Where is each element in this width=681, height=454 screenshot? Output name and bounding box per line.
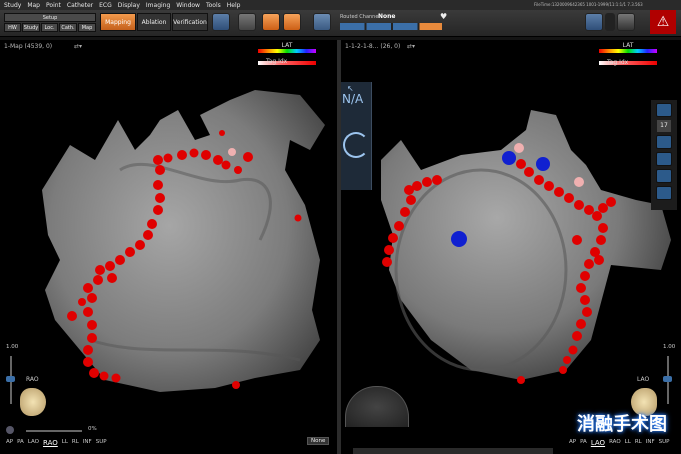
right-bottom-strip <box>353 448 553 454</box>
side-tool-icon-4[interactable] <box>656 169 672 183</box>
right-view-buttons: AP PA LAO RAO LL RL INF SUP <box>569 439 669 447</box>
watermark: 消融手术图 <box>577 414 667 435</box>
menu-item-point[interactable]: Point <box>46 2 61 9</box>
settings-icon[interactable] <box>585 13 603 31</box>
channel-bar[interactable] <box>340 23 442 30</box>
side-tool-icon-5[interactable] <box>656 186 672 200</box>
right-view-pa[interactable]: PA <box>580 439 587 447</box>
left-opacity-value: 0% <box>88 426 97 432</box>
right-view-lao[interactable]: LAO <box>591 439 605 447</box>
left-view-pa[interactable]: PA <box>17 439 24 447</box>
menu-item-help[interactable]: Help <box>227 2 241 9</box>
menu-item-display[interactable]: Display <box>118 2 140 9</box>
right-view-inf[interactable]: INF <box>646 439 655 447</box>
heart-icon[interactable]: ♥ <box>440 12 447 21</box>
menu-item-catheter[interactable]: Catheter <box>67 2 93 9</box>
right-side-toolbar: 17 <box>651 100 677 210</box>
toolbar: Setup HW Study Loc. Cath. Map Mapping Ab… <box>0 2 681 37</box>
left-view-inf[interactable]: INF <box>83 439 92 447</box>
menu-item-map[interactable]: Map <box>27 2 40 9</box>
side-tool-icon-3[interactable] <box>656 152 672 166</box>
left-view-ap[interactable]: AP <box>6 439 13 447</box>
map-button[interactable]: Map <box>78 23 96 32</box>
right-view-rao[interactable]: RAO <box>609 439 621 447</box>
left-view-sup[interactable]: SUP <box>96 439 107 447</box>
left-view-rao[interactable]: RAO <box>43 439 58 447</box>
right-view-name: LAO <box>637 376 650 383</box>
routed-channel-label: Routed Channel <box>340 14 380 20</box>
warning-icon[interactable]: ⚠ <box>650 10 676 34</box>
record-red-icon[interactable] <box>617 13 635 31</box>
left-scale-value: 1.00 <box>6 344 19 350</box>
left-view-name: RAO <box>26 376 39 383</box>
right-zoom-handle[interactable] <box>663 376 672 382</box>
study-button[interactable]: Study <box>22 23 40 32</box>
left-opacity-icon[interactable] <box>6 426 14 434</box>
right-map-panel[interactable]: 1-1-2-1-8... (26, 0) ⇄▾ LAT Tag.Idx N/A … <box>341 40 681 454</box>
verification-tab[interactable]: Verification <box>172 13 208 31</box>
record-icon[interactable] <box>238 13 256 31</box>
right-scale-value: 1.00 <box>663 344 676 350</box>
left-view-buttons: AP PA LAO RAO LL RL INF SUP <box>6 439 107 447</box>
loc-button[interactable]: Loc. <box>41 23 58 32</box>
mapping-tab[interactable]: Mapping <box>100 13 136 31</box>
hw-button[interactable]: HW <box>4 23 21 32</box>
side-tool-icon-1[interactable] <box>656 103 672 117</box>
routed-channel-value[interactable]: None <box>378 13 395 20</box>
setup-button[interactable]: Setup <box>4 13 96 22</box>
left-view-rl[interactable]: RL <box>72 439 79 447</box>
left-heart-model[interactable] <box>0 40 337 454</box>
right-view-rl[interactable]: RL <box>635 439 642 447</box>
left-orientation-heart-icon <box>20 388 46 416</box>
menu-item-imaging[interactable]: Imaging <box>146 2 170 9</box>
monitor-icon[interactable] <box>313 13 331 31</box>
left-view-ll[interactable]: LL <box>62 439 68 447</box>
timer-icon <box>605 13 615 31</box>
left-view-lao[interactable]: LAO <box>28 439 39 447</box>
left-map-panel[interactable]: 1-Map (4539, 0) ⇄▾ LAT Tag.Idx 1.00 RAO … <box>0 40 337 454</box>
ablation-tab[interactable]: Ablation <box>137 13 171 31</box>
menu-item-study[interactable]: Study <box>4 2 21 9</box>
right-view-ap[interactable]: AP <box>569 439 576 447</box>
left-zoom-handle[interactable] <box>6 376 15 382</box>
file-time: FileTime:1320009642365 1001-1999/11:1:1/… <box>534 2 643 7</box>
left-dropdown[interactable]: None <box>307 437 330 445</box>
cath-button[interactable]: Cath. <box>59 23 77 32</box>
right-view-ll[interactable]: LL <box>625 439 631 447</box>
left-opacity-slider[interactable] <box>26 430 82 432</box>
menu-item-tools[interactable]: Tools <box>206 2 221 9</box>
right-view-sup[interactable]: SUP <box>659 439 670 447</box>
capture-icon[interactable] <box>283 13 301 31</box>
heart-view-icon[interactable] <box>212 13 230 31</box>
triangle-tool-icon[interactable] <box>262 13 280 31</box>
side-number[interactable]: 17 <box>657 120 671 132</box>
side-tool-icon-2[interactable] <box>656 135 672 149</box>
menu-item-window[interactable]: Window <box>176 2 200 9</box>
menu-item-ecg[interactable]: ECG <box>99 2 112 9</box>
